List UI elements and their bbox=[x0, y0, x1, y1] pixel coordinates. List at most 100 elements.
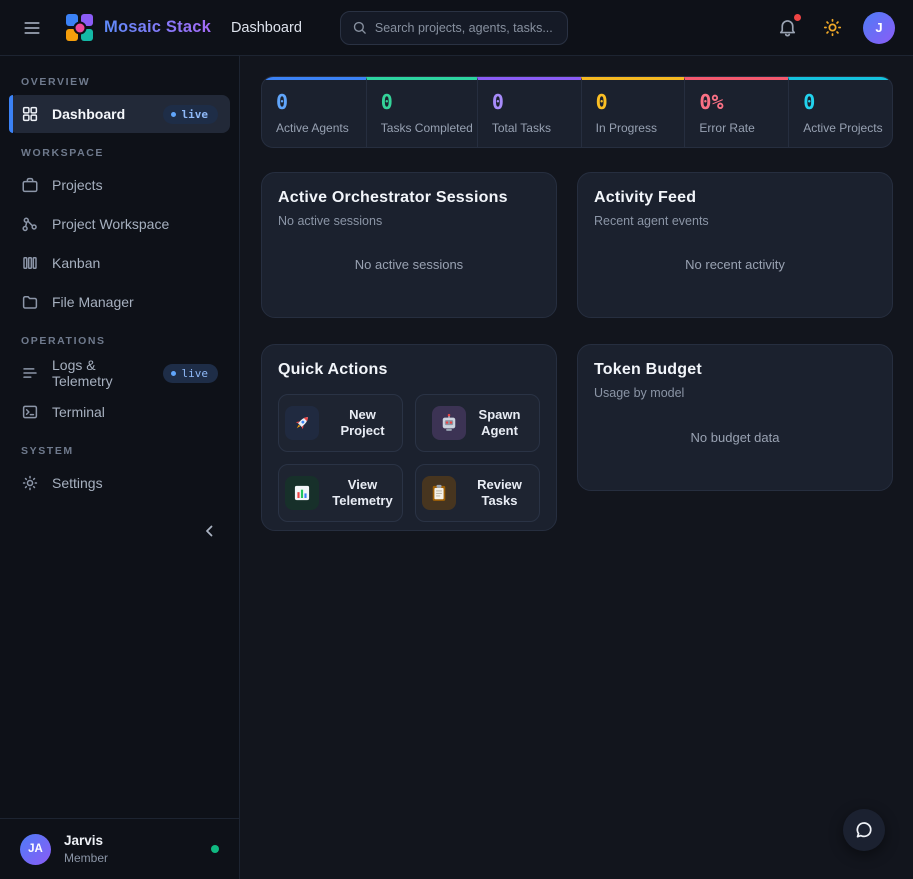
card-title: Quick Actions bbox=[278, 361, 540, 379]
live-dot-icon bbox=[171, 112, 176, 117]
card-title: Active Orchestrator Sessions bbox=[278, 189, 540, 207]
review-tasks-button[interactable]: Review Tasks bbox=[415, 464, 540, 522]
user-profile-row[interactable]: JA Jarvis Member bbox=[0, 818, 239, 879]
stat-value: 0 bbox=[492, 92, 577, 112]
card-subtitle: No active sessions bbox=[278, 214, 540, 228]
mosaic-logo-icon bbox=[66, 14, 93, 41]
section-label-workspace: Workspace bbox=[21, 147, 218, 159]
sidebar-item-label: Terminal bbox=[52, 404, 105, 420]
stat-label: Active Projects bbox=[803, 121, 888, 135]
stat-value: 0 bbox=[803, 92, 888, 112]
gear-icon bbox=[21, 474, 39, 492]
spawn-agent-button[interactable]: Spawn Agent bbox=[415, 394, 540, 452]
stat-in-progress: 0 In Progress bbox=[581, 77, 685, 147]
user-role: Member bbox=[64, 851, 108, 865]
user-initials-avatar: JA bbox=[20, 834, 51, 865]
kanban-columns-icon bbox=[21, 254, 39, 272]
sidebar-collapse-button[interactable] bbox=[197, 518, 223, 544]
stat-active-agents: 0 Active Agents bbox=[262, 77, 366, 147]
briefcase-icon bbox=[21, 176, 39, 194]
sidebar-item-label: Dashboard bbox=[52, 106, 125, 122]
terminal-icon bbox=[21, 403, 39, 421]
sun-icon bbox=[822, 17, 843, 38]
stat-total-tasks: 0 Total Tasks bbox=[477, 77, 581, 147]
live-badge: live bbox=[163, 105, 219, 124]
sidebar: Overview Dashboard live Workspace bbox=[0, 56, 240, 879]
hamburger-menu-button[interactable] bbox=[18, 14, 46, 42]
quick-actions-card: Quick Actions bbox=[261, 344, 557, 531]
breadcrumb: Dashboard bbox=[231, 20, 302, 36]
sidebar-item-label: Kanban bbox=[52, 255, 100, 271]
sidebar-item-label: Settings bbox=[52, 475, 103, 491]
online-status-dot bbox=[211, 845, 219, 853]
sidebar-item-label: Logs & Telemetry bbox=[52, 357, 150, 389]
notifications-button[interactable] bbox=[773, 13, 802, 42]
main-content: 0 Active Agents 0 Tasks Completed 0 Tota… bbox=[240, 56, 913, 531]
sidebar-item-projects[interactable]: Projects bbox=[9, 166, 230, 204]
chevron-left-icon bbox=[201, 522, 219, 540]
theme-toggle-button[interactable] bbox=[818, 13, 847, 42]
global-search[interactable] bbox=[340, 11, 568, 45]
bar-chart-icon bbox=[285, 476, 319, 510]
stat-label: Tasks Completed bbox=[381, 121, 473, 135]
rocket-icon bbox=[285, 406, 319, 440]
sidebar-item-kanban[interactable]: Kanban bbox=[9, 244, 230, 282]
stats-summary-row: 0 Active Agents 0 Tasks Completed 0 Tota… bbox=[261, 76, 893, 148]
log-lines-icon bbox=[21, 364, 39, 382]
stat-value: 0 bbox=[596, 92, 681, 112]
stat-value: 0 bbox=[381, 92, 473, 112]
action-label: New Project bbox=[329, 407, 396, 441]
sidebar-item-settings[interactable]: Settings bbox=[9, 464, 230, 502]
user-name: Jarvis bbox=[64, 833, 108, 848]
active-sessions-card: Active Orchestrator Sessions No active s… bbox=[261, 172, 557, 318]
card-title: Activity Feed bbox=[594, 189, 876, 207]
sidebar-item-label: Project Workspace bbox=[52, 216, 169, 232]
hamburger-icon bbox=[22, 18, 42, 38]
brand-name: Mosaic Stack bbox=[104, 18, 211, 37]
search-icon bbox=[352, 20, 367, 35]
stat-tasks-completed: 0 Tasks Completed bbox=[366, 77, 477, 147]
chat-assistant-button[interactable] bbox=[843, 809, 885, 851]
grid-icon bbox=[21, 105, 39, 123]
action-label: View Telemetry bbox=[329, 477, 396, 511]
stat-label: Error Rate bbox=[699, 121, 784, 135]
stat-label: Active Agents bbox=[276, 121, 362, 135]
action-label: Review Tasks bbox=[466, 477, 533, 511]
sidebar-item-dashboard[interactable]: Dashboard live bbox=[9, 95, 230, 133]
search-input[interactable] bbox=[375, 21, 556, 35]
clipboard-icon bbox=[422, 476, 456, 510]
stat-label: Total Tasks bbox=[492, 121, 577, 135]
view-telemetry-button[interactable]: View Telemetry bbox=[278, 464, 403, 522]
stat-error-rate: 0% Error Rate bbox=[684, 77, 788, 147]
app-logo[interactable]: Mosaic Stack bbox=[66, 14, 211, 41]
section-label-operations: Operations bbox=[21, 335, 218, 347]
activity-feed-card: Activity Feed Recent agent events No rec… bbox=[577, 172, 893, 318]
new-project-button[interactable]: New Project bbox=[278, 394, 403, 452]
sidebar-item-file-manager[interactable]: File Manager bbox=[9, 283, 230, 321]
chat-bubble-icon bbox=[853, 819, 875, 841]
card-subtitle: Usage by model bbox=[594, 386, 876, 400]
notification-dot bbox=[794, 14, 801, 21]
empty-state-text: No budget data bbox=[594, 400, 876, 474]
stat-active-projects: 0 Active Projects bbox=[788, 77, 892, 147]
live-badge: live bbox=[163, 364, 219, 383]
token-budget-card: Token Budget Usage by model No budget da… bbox=[577, 344, 893, 491]
sidebar-item-label: File Manager bbox=[52, 294, 134, 310]
stat-value: 0% bbox=[699, 92, 784, 112]
sidebar-item-project-workspace[interactable]: Project Workspace bbox=[9, 205, 230, 243]
sidebar-item-logs-telemetry[interactable]: Logs & Telemetry live bbox=[9, 354, 230, 392]
sidebar-item-label: Projects bbox=[52, 177, 103, 193]
action-label: Spawn Agent bbox=[476, 407, 524, 441]
live-dot-icon bbox=[171, 371, 176, 376]
stat-value: 0 bbox=[276, 92, 362, 112]
network-icon bbox=[21, 215, 39, 233]
section-label-overview: Overview bbox=[21, 76, 218, 88]
card-title: Token Budget bbox=[594, 361, 876, 379]
section-label-system: System bbox=[21, 445, 218, 457]
top-bar: Mosaic Stack Dashboard bbox=[0, 0, 913, 56]
empty-state-text: No recent activity bbox=[594, 228, 876, 301]
user-avatar-button[interactable]: J bbox=[863, 12, 895, 44]
sidebar-item-terminal[interactable]: Terminal bbox=[9, 393, 230, 431]
folder-icon bbox=[21, 293, 39, 311]
robot-icon bbox=[432, 406, 466, 440]
